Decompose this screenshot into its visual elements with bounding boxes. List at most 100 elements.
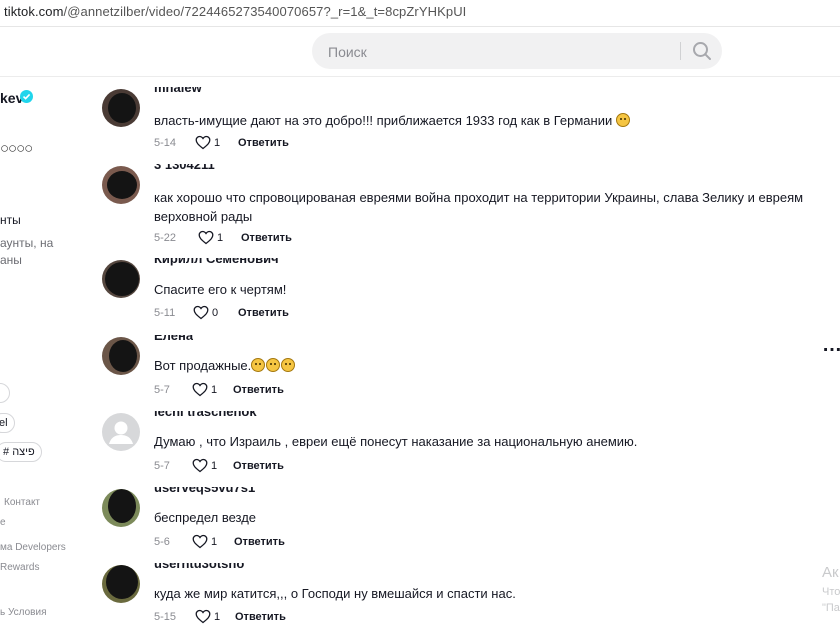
verified-badge-icon: [20, 90, 33, 103]
like-count: 1: [214, 611, 221, 623]
comment-date: 5-11: [154, 307, 176, 319]
like-button[interactable]: [192, 534, 208, 549]
emoji-icon: [251, 358, 266, 372]
redaction-mark: [107, 171, 137, 199]
avatar[interactable]: [102, 89, 140, 127]
avatar[interactable]: [102, 413, 140, 451]
comment-date: 5-7: [154, 460, 170, 472]
more-options-button[interactable]: …: [822, 334, 840, 357]
comment-date: 5-22: [154, 232, 177, 244]
comment-item: userntu3otsho куда же мир катится,,, о Г…: [102, 563, 818, 627]
like-button[interactable]: [192, 458, 208, 473]
comment-username[interactable]: 3 1304211: [154, 164, 215, 172]
comment-item: Кирилл Семенович Спасите его к чертям! 5…: [102, 258, 818, 322]
reply-button[interactable]: Ответить: [238, 307, 289, 319]
tag-pill[interactable]: [0, 383, 10, 403]
avatar[interactable]: [102, 489, 140, 527]
comment-date: 5-15: [154, 611, 177, 623]
like-count: 1: [214, 137, 221, 149]
redaction-mark: [106, 565, 138, 599]
reply-button[interactable]: Ответить: [234, 536, 285, 548]
like-button[interactable]: [195, 135, 211, 150]
like-button[interactable]: [195, 609, 211, 624]
comment-username[interactable]: mnalew: [154, 87, 202, 95]
like-count: 1: [211, 536, 218, 548]
comment-text: власть-имущие дают на это добро!!! прибл…: [154, 111, 818, 130]
comment-text: куда же мир катится,,, о Господи ну вмеш…: [154, 586, 516, 601]
browser-url-bar[interactable]: tiktok.com/@annetzilber/video/7224465273…: [0, 0, 840, 27]
comment-text: Думаю , что Израиль , евреи ещё понесут …: [154, 434, 638, 449]
following-accounts-label[interactable]: нты: [0, 213, 21, 227]
redaction-mark: [109, 340, 137, 372]
search-button[interactable]: [688, 37, 716, 65]
comment-username[interactable]: userntu3otsho: [154, 563, 244, 571]
redaction-mark: [108, 489, 136, 523]
heart-icon: [192, 458, 208, 473]
heart-icon: [198, 230, 214, 245]
search-icon: [693, 42, 711, 60]
reply-button[interactable]: Ответить: [241, 232, 292, 244]
accounts-hint-line1: аунты, на: [0, 236, 54, 250]
watermark-line: "Па: [822, 602, 840, 614]
comment-date: 5-7: [154, 384, 170, 396]
heart-icon: [195, 609, 211, 624]
tag-pill[interactable]: el: [0, 413, 15, 433]
comment-date: 5-6: [154, 536, 170, 548]
heart-icon: [192, 534, 208, 549]
heart-icon: [193, 305, 209, 320]
default-avatar-icon: [109, 421, 133, 444]
comment-item: userveqs5vu7s1 беспредел везде 5-6 1 Отв…: [102, 487, 818, 551]
url-host: tiktok.com: [4, 4, 64, 19]
reply-button[interactable]: Ответить: [238, 137, 289, 149]
like-count: 1: [211, 460, 218, 472]
search-divider: [680, 42, 681, 60]
reply-button[interactable]: Ответить: [235, 611, 286, 623]
redaction-mark: [105, 262, 139, 296]
comment-text: беспредел везде: [154, 510, 257, 525]
watermark-line: Ак: [822, 564, 839, 581]
tag-pill[interactable]: # פיצה: [0, 442, 42, 462]
comment-item: Елена Вот продажные. 5-7 1 Ответить: [102, 335, 818, 399]
comment-item: 3 1304211 как хорошо что спровоцированая…: [102, 164, 818, 248]
profile-stats-fragment: ○○○○: [0, 140, 33, 157]
like-button[interactable]: [198, 230, 214, 245]
emoji-icon: [281, 358, 296, 372]
like-count: 1: [217, 232, 224, 244]
header-divider: [0, 76, 840, 77]
like-count: 1: [211, 384, 218, 396]
heart-icon: [192, 382, 208, 397]
comment-username[interactable]: Кирилл Семенович: [154, 258, 279, 266]
comment-username[interactable]: Елена: [154, 335, 193, 343]
comment-text: Вот продажные.: [154, 356, 818, 375]
url-path: /@annetzilber/video/7224465273540070657?…: [63, 4, 467, 19]
avatar[interactable]: [102, 260, 140, 298]
redaction-mark: [108, 93, 136, 123]
sidebar: kev ○○○○ нты аунты, на аны el # פיצה Кон…: [0, 80, 90, 630]
like-count: 0: [212, 307, 219, 319]
comment-username[interactable]: userveqs5vu7s1: [154, 487, 255, 495]
footer-link[interactable]: ь Условия: [0, 607, 47, 618]
avatar[interactable]: [102, 337, 140, 375]
comment-username[interactable]: lecni traschenok: [154, 411, 257, 419]
footer-link[interactable]: Контакт: [4, 497, 40, 508]
url-text[interactable]: tiktok.com/@annetzilber/video/7224465273…: [4, 4, 466, 19]
comment-text: Спасите его к чертям!: [154, 282, 287, 297]
footer-link[interactable]: е: [0, 517, 6, 528]
avatar[interactable]: [102, 565, 140, 603]
like-button[interactable]: [192, 382, 208, 397]
reply-button[interactable]: Ответить: [233, 384, 284, 396]
avatar[interactable]: [102, 166, 140, 204]
comment-date: 5-14: [154, 137, 177, 149]
like-button[interactable]: [193, 305, 209, 320]
comment-item: mnalew власть-имущие дают на это добро!!…: [102, 87, 818, 151]
accounts-hint-line2: аны: [0, 253, 22, 267]
footer-link[interactable]: Rewards: [0, 562, 39, 573]
heart-icon: [195, 135, 211, 150]
footer-link[interactable]: ма Developers: [0, 542, 66, 553]
emoji-icon: [615, 113, 630, 127]
search-input[interactable]: [326, 33, 680, 71]
reply-button[interactable]: Ответить: [233, 460, 284, 472]
comment-item: lecni traschenok Думаю , что Израиль , е…: [102, 411, 818, 475]
emoji-icon: [266, 358, 281, 372]
comment-text: как хорошо что спровоцированая евреями в…: [154, 190, 804, 224]
